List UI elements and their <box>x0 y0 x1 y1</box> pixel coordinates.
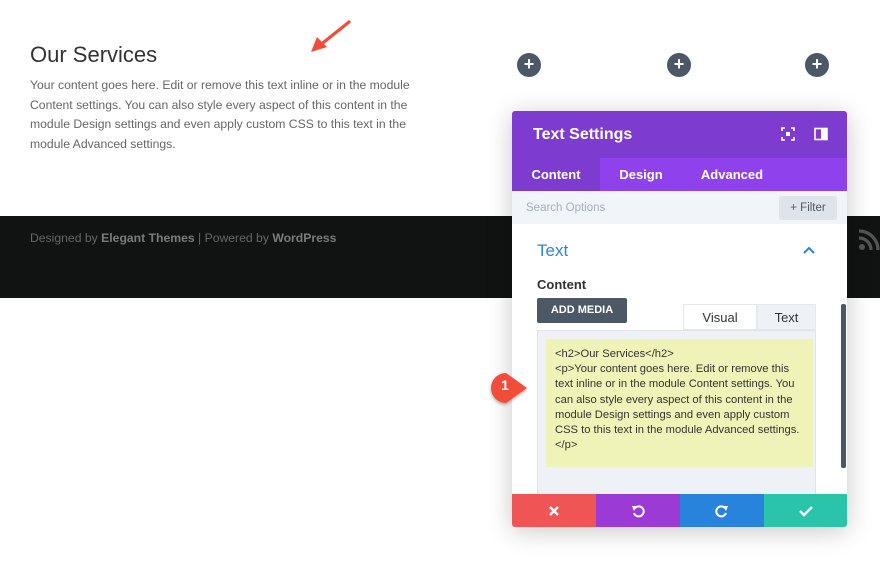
editor-tab-visual[interactable]: Visual <box>683 304 757 330</box>
tab-advanced[interactable]: Advanced <box>682 158 782 191</box>
settings-tabs: Content Design Advanced <box>512 158 847 191</box>
add-column-button[interactable]: + <box>517 53 541 77</box>
sidebar-toggle-icon[interactable] <box>814 127 828 141</box>
add-media-button[interactable]: ADD MEDIA <box>537 298 627 323</box>
filter-button[interactable]: + Filter <box>779 196 837 220</box>
rss-icon[interactable] <box>858 229 880 251</box>
tab-design[interactable]: Design <box>600 158 682 191</box>
close-icon <box>549 505 559 516</box>
page-title: Our Services <box>30 42 158 67</box>
undo-button[interactable] <box>596 494 680 527</box>
expand-icon[interactable] <box>781 127 795 141</box>
search-options-input[interactable] <box>526 198 756 218</box>
content-field-label: Content <box>537 277 587 292</box>
html-code-textarea[interactable]: <h2>Our Services</h2> <p>Your content go… <box>546 339 813 467</box>
modal-header: Text Settings <box>512 111 847 158</box>
redo-icon <box>715 504 728 517</box>
footer-designer-link[interactable]: Elegant Themes <box>101 231 194 245</box>
modal-title: Text Settings <box>533 126 633 143</box>
save-button[interactable] <box>764 494 847 527</box>
cancel-button[interactable] <box>512 494 596 527</box>
editor-wrapper: <h2>Our Services</h2> <p>Your content go… <box>537 330 816 494</box>
footer-wordpress-link[interactable]: WordPress <box>272 231 336 245</box>
tab-content[interactable]: Content <box>512 158 600 191</box>
checkmark-icon <box>798 505 813 517</box>
chevron-up-icon[interactable] <box>803 246 815 254</box>
footer-separator: | Powered by <box>194 231 273 245</box>
redo-button[interactable] <box>680 494 764 527</box>
add-column-button[interactable]: + <box>805 53 829 77</box>
search-bar: + Filter <box>512 191 847 224</box>
add-column-button[interactable]: + <box>667 53 691 77</box>
text-settings-modal: Text Settings Content Design Advanced + … <box>512 111 847 527</box>
footer-designed-by: Designed by <box>30 231 98 245</box>
page-body-text: Your content goes here. Edit or remove t… <box>30 78 410 151</box>
editor-tab-text[interactable]: Text <box>757 304 816 330</box>
annotation-badge-number: 1 <box>501 377 509 393</box>
footer-credits: Designed by Elegant Themes | Powered by … <box>30 231 336 245</box>
undo-icon <box>632 504 645 517</box>
modal-footer <box>512 494 847 527</box>
settings-body: Text Content ADD MEDIA Visual Text <h2>O… <box>512 224 847 494</box>
annotation-arrow <box>311 20 351 52</box>
scrollbar[interactable] <box>841 304 846 468</box>
text-group-title[interactable]: Text <box>537 241 568 261</box>
